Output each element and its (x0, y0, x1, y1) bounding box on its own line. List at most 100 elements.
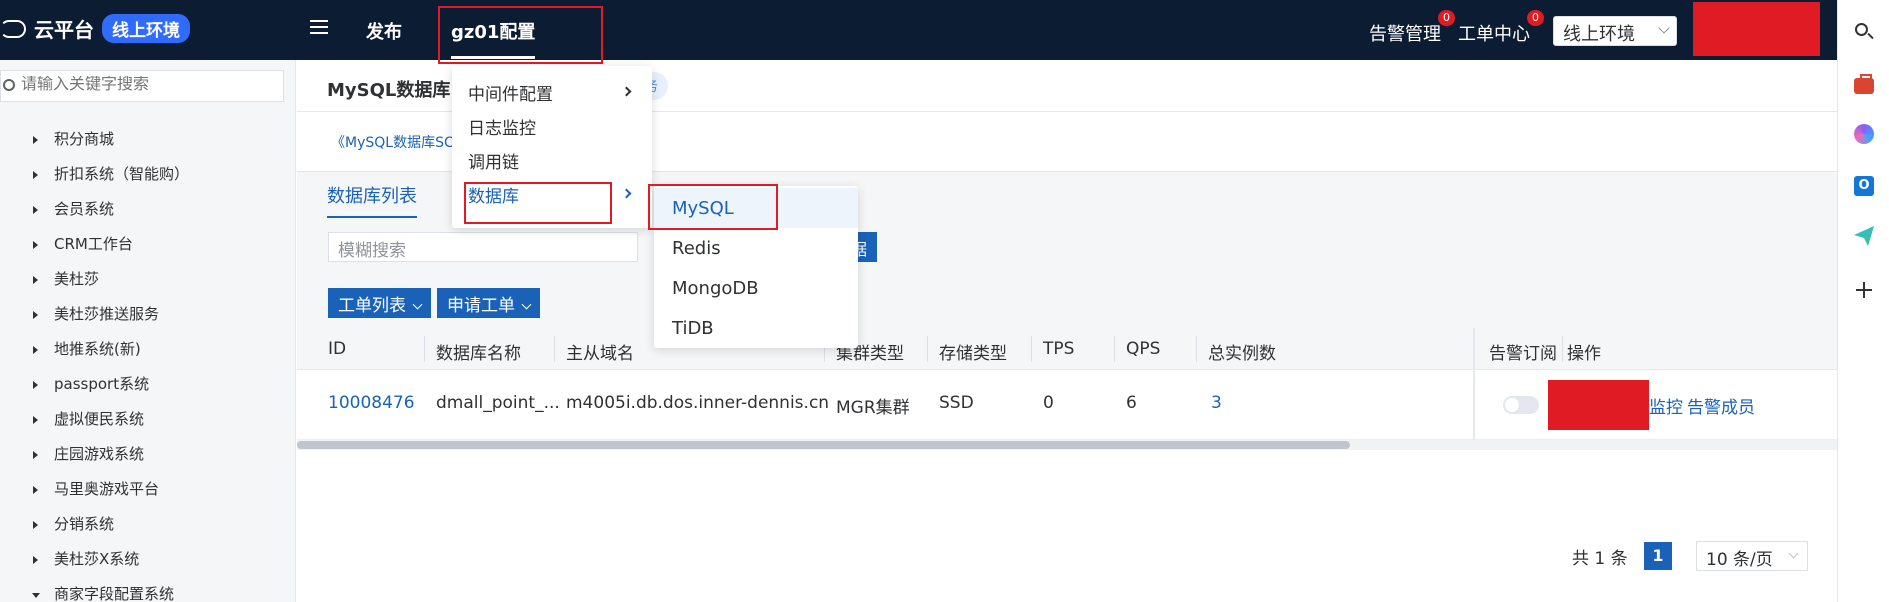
brand-logo[interactable]: 云平台 线上环境 (0, 14, 190, 43)
caret-right-icon (33, 311, 38, 319)
menu-collapse-icon[interactable] (310, 20, 328, 36)
fixed-header: 告警订阅 操作 (1475, 328, 1837, 370)
action-row: 工单列表 申请工单 (297, 274, 1837, 328)
cell-domain: m4005i.db.dos.inner-dennis.cn (566, 393, 830, 413)
doc-link[interactable]: 《MySQL数据库SC (331, 132, 454, 152)
database-highlight (464, 182, 612, 224)
sidebar-tree: 积分商城 折扣系统（智能购） 会员系统 CRM工作台 美杜莎 美杜莎推送服务 地… (0, 122, 296, 602)
cell-storage-type: SSD (939, 393, 974, 413)
sidebar-item[interactable]: 美杜莎X系统 (0, 542, 296, 577)
briefcase-icon[interactable] (1854, 74, 1874, 94)
page-size-select[interactable]: 10 条/页 (1696, 541, 1808, 571)
cell-id[interactable]: 10008476 (328, 393, 415, 413)
col-header-domain: 主从域名 (566, 344, 634, 364)
apply-ticket-label: 申请工单 (447, 296, 515, 316)
cloud-icon (0, 19, 26, 38)
caret-right-icon (33, 416, 38, 424)
sidebar-item-label: 积分商城 (54, 130, 115, 148)
sidebar-item[interactable]: 庄园游戏系统 (0, 437, 296, 472)
alert-count-badge: 0 (1438, 10, 1455, 26)
cell-tps: 0 (1043, 393, 1054, 413)
menu-item-trace[interactable]: 调用链 (468, 148, 519, 173)
filter-row: 模糊搜索 据 (297, 220, 1837, 274)
env-badge: 线上环境 (102, 14, 190, 43)
sidebar-item[interactable]: 虚拟便民系统 (0, 402, 296, 437)
caret-right-icon (33, 486, 38, 494)
ticket-center-link[interactable]: 工单中心 0 (1458, 10, 1544, 46)
env-select[interactable]: 线上环境 (1553, 16, 1677, 46)
sidebar-item-label: passport系统 (54, 375, 150, 393)
ticket-list-label: 工单列表 (338, 296, 406, 316)
sidebar-item[interactable]: 马里奥游戏平台 (0, 472, 296, 507)
sidebar-item[interactable]: passport系统 (0, 367, 296, 402)
alert-management-link[interactable]: 告警管理 0 (1369, 10, 1455, 46)
caret-right-icon (33, 381, 38, 389)
apply-ticket-dropdown[interactable]: 申请工单 (437, 288, 540, 318)
mysql-highlight (648, 184, 778, 230)
sidebar-item[interactable]: 美杜莎 (0, 262, 296, 297)
sidebar-item-label: 分销系统 (54, 515, 115, 533)
monitor-link[interactable]: 监控 (1649, 393, 1683, 418)
chevron-right-icon (621, 188, 632, 199)
plus-icon[interactable] (1854, 280, 1874, 300)
caret-down-icon (32, 593, 40, 598)
env-select-value: 线上环境 (1563, 24, 1635, 45)
caret-right-icon (33, 451, 38, 459)
sidebar-item[interactable]: 美杜莎推送服务 (0, 297, 296, 332)
sidebar-item[interactable]: CRM工作台 (0, 227, 296, 262)
database-submenu: MySQL Redis MongoDB TiDB (648, 184, 858, 348)
sidebar-item-label: 商家字段配置系统 (54, 585, 175, 602)
submenu-item-tidb[interactable]: TiDB (672, 318, 714, 339)
redacted-user-block (1693, 2, 1820, 56)
ticket-center-label: 工单中心 (1458, 24, 1530, 45)
fuzzy-search-input[interactable]: 模糊搜索 (328, 232, 638, 262)
scrollbar-thumb[interactable] (297, 441, 1350, 449)
sidebar-item-label: 庄园游戏系统 (54, 445, 145, 463)
chevron-right-icon (621, 86, 632, 97)
sidebar: 积分商城 折扣系统（智能购） 会员系统 CRM工作台 美杜莎 美杜莎推送服务 地… (0, 60, 296, 602)
cell-instances[interactable]: 3 (1211, 393, 1222, 413)
send-icon[interactable] (1854, 226, 1874, 246)
pagination-total: 共 1 条 (1572, 549, 1628, 569)
tab-database-list[interactable]: 数据库列表 (327, 182, 417, 218)
alert-members-link[interactable]: 告警成员 (1687, 393, 1755, 418)
caret-right-icon (33, 206, 38, 214)
col-header-instances: 总实例数 (1208, 344, 1276, 364)
cell-db-name: dmall_point_... (436, 393, 560, 413)
copilot-icon[interactable] (1854, 124, 1874, 144)
outlook-icon[interactable]: O (1854, 176, 1874, 196)
nav-publish[interactable]: 发布 (366, 18, 402, 44)
top-header: 云平台 线上环境 发布 gz01配置 告警管理 0 工单中心 0 线上环境 (0, 0, 1837, 64)
ticket-list-dropdown[interactable]: 工单列表 (328, 288, 431, 318)
horizontal-scrollbar[interactable] (297, 440, 1837, 450)
submenu-item-mongodb[interactable]: MongoDB (672, 278, 759, 299)
search-icon[interactable] (1854, 22, 1874, 42)
app-root: 云平台 线上环境 发布 gz01配置 告警管理 0 工单中心 0 线上环境 积分… (0, 0, 1889, 602)
menu-item-log-monitor[interactable]: 日志监控 (468, 114, 536, 139)
sidebar-item-label: 会员系统 (54, 200, 115, 218)
sidebar-search[interactable] (0, 70, 284, 102)
sidebar-item[interactable]: 积分商城 (0, 122, 296, 157)
sidebar-item-label: 美杜莎 (54, 270, 100, 288)
sidebar-item[interactable]: 会员系统 (0, 192, 296, 227)
page-size-value: 10 条/页 (1706, 550, 1773, 570)
col-header-db-name: 数据库名称 (436, 344, 521, 364)
sidebar-item[interactable]: 地推系统(新) (0, 332, 296, 367)
fixed-columns: 告警订阅 操作 监控 告警成员 (1473, 328, 1837, 440)
sidebar-item[interactable]: 折扣系统（智能购） (0, 157, 296, 192)
sidebar-item[interactable]: 商家字段配置系统 (0, 577, 296, 602)
page-number-current[interactable]: 1 (1644, 542, 1672, 570)
submenu-item-redis[interactable]: Redis (672, 238, 721, 259)
caret-right-icon (33, 136, 38, 144)
sidebar-search-input[interactable] (21, 76, 271, 94)
sidebar-item[interactable]: 分销系统 (0, 507, 296, 542)
alert-management-label: 告警管理 (1369, 24, 1441, 45)
menu-item-middleware[interactable]: 中间件配置 (468, 80, 553, 105)
caret-right-icon (33, 556, 38, 564)
caret-right-icon (33, 276, 38, 284)
alert-subscribe-toggle[interactable] (1503, 396, 1539, 414)
col-header-storage-type: 存储类型 (939, 344, 1007, 364)
config-dropdown-menu: 中间件配置 日志监控 调用链 数据库 (452, 66, 652, 228)
brand-name: 云平台 (34, 18, 94, 42)
col-header-alert-sub: 告警订阅 (1489, 344, 1557, 364)
